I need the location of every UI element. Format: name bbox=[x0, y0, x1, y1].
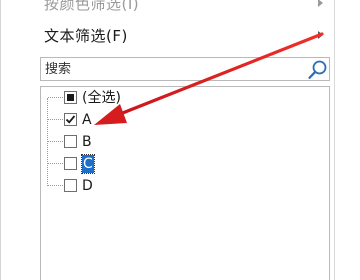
list-item-label: D bbox=[82, 178, 93, 194]
tree-connector bbox=[48, 163, 63, 164]
tree-connector bbox=[48, 97, 63, 98]
item-checkbox-c[interactable] bbox=[64, 157, 77, 170]
search-box bbox=[40, 57, 330, 81]
list-item-label: C bbox=[81, 154, 95, 174]
search-icon[interactable] bbox=[307, 59, 329, 81]
item-checkbox-d[interactable] bbox=[64, 179, 77, 192]
menu-item-label: 文本筛选(F) bbox=[44, 26, 128, 45]
tree-connector bbox=[48, 185, 63, 186]
select-all-checkbox[interactable] bbox=[64, 91, 77, 104]
worksheet-area bbox=[335, 0, 360, 280]
list-item-label: (全选) bbox=[82, 90, 121, 106]
chevron-right-icon bbox=[318, 31, 323, 39]
chevron-right-icon bbox=[318, 0, 323, 7]
menu-item-filter-by-color[interactable]: 按颜色筛选(I) bbox=[0, 0, 334, 16]
checkmark-icon bbox=[65, 115, 76, 124]
tree-connector bbox=[48, 119, 63, 120]
item-checkbox-b[interactable] bbox=[64, 135, 77, 148]
search-input[interactable] bbox=[43, 59, 293, 79]
menu-item-text-filter[interactable]: 文本筛选(F) bbox=[0, 22, 334, 48]
list-item-label: A bbox=[82, 112, 92, 128]
menu-item-label: 按颜色筛选(I) bbox=[44, 0, 140, 13]
tree-connector bbox=[48, 141, 63, 142]
list-item-label: B bbox=[82, 134, 92, 150]
tree-connector bbox=[47, 98, 48, 186]
item-checkbox-a[interactable] bbox=[64, 113, 77, 126]
